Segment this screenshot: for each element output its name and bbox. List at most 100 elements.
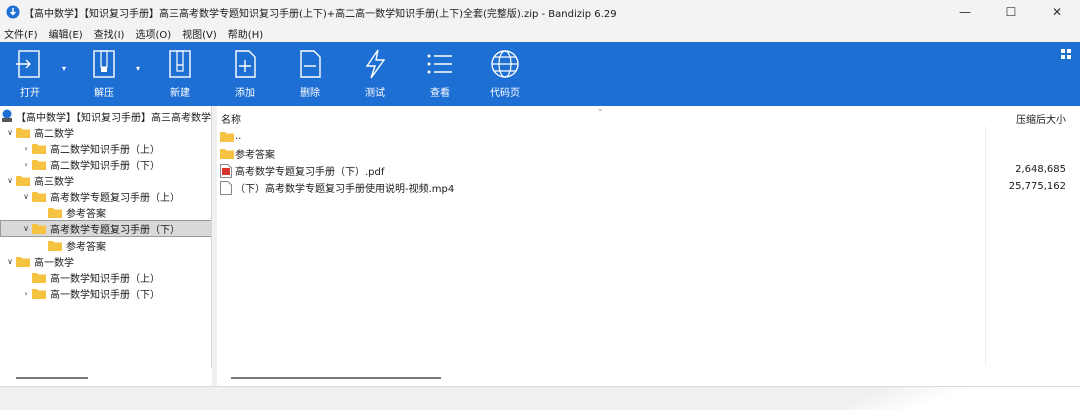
tree-root[interactable]: 【高中数学】【知识复习手册】高三高考数学 — [0, 108, 211, 124]
file-size: 25,775,162 — [1008, 181, 1066, 192]
zip-archive-icon — [2, 109, 12, 122]
file-list[interactable]: ⌄ 名称 压缩后大小 .. 参考答案 高考数学专题复习手册（下）.pdf 2,6… — [217, 106, 1080, 386]
folder-icon — [220, 149, 234, 159]
tree-item-exam-down[interactable]: ∨ 高考数学专题复习手册（下） — [0, 220, 211, 237]
chevron-right-icon[interactable]: › — [20, 144, 32, 153]
chevron-down-icon[interactable]: ∨ — [4, 176, 16, 185]
tree-item-grade1[interactable]: ∨ 高一数学 — [0, 253, 211, 269]
folder-icon — [48, 240, 62, 251]
chevron-down-icon[interactable]: ∨ — [4, 128, 16, 137]
menu-file[interactable]: 文件(F) — [4, 26, 38, 41]
extract-icon — [93, 50, 115, 78]
new-archive-icon — [169, 50, 191, 78]
add-file-icon — [235, 50, 256, 78]
folder-tree[interactable]: 【高中数学】【知识复习手册】高三高考数学 ∨ 高二数学 › 高二数学知识手册（上… — [0, 106, 212, 386]
menu-bar: 文件(F) 编辑(E) 查找(I) 选项(O) 视图(V) 帮助(H) — [0, 24, 1080, 42]
scrollbar-thumb[interactable] — [231, 377, 441, 379]
tree-item-label: 高一数学知识手册（下） — [50, 289, 160, 301]
file-row-mp4[interactable]: （下）高考数学专题复习手册使用说明-视频.mp4 25,775,162 — [217, 179, 1080, 196]
open-icon — [16, 50, 40, 78]
delete-label: 删除 — [300, 88, 320, 99]
bandizip-app-icon — [6, 5, 20, 19]
tree-item-grade2-down[interactable]: › 高二数学知识手册（下） — [0, 156, 211, 172]
folder-icon — [16, 175, 30, 186]
minimize-button[interactable]: — — [942, 0, 988, 24]
column-name-header[interactable]: 名称 — [221, 111, 241, 126]
tree-item-answers-down[interactable]: 参考答案 — [0, 237, 211, 253]
view-label: 查看 — [430, 88, 450, 99]
menu-view[interactable]: 视图(V) — [182, 26, 217, 41]
chevron-down-icon[interactable]: ∨ — [4, 257, 16, 266]
add-label: 添加 — [235, 88, 255, 99]
file-name: 参考答案 — [235, 150, 275, 161]
tree-item-grade2-up[interactable]: › 高二数学知识手册（上） — [0, 140, 211, 156]
chevron-right-icon[interactable]: › — [20, 289, 32, 298]
status-bar — [0, 386, 1080, 410]
delete-button[interactable]: 删除 — [282, 48, 338, 102]
column-size-header[interactable]: 压缩后大小 — [1016, 111, 1066, 126]
tree-item-label: 高一数学知识手册（上） — [50, 273, 160, 285]
globe-icon — [491, 50, 519, 78]
delete-file-icon — [300, 50, 321, 78]
folder-icon — [32, 191, 46, 202]
new-label: 新建 — [170, 88, 190, 99]
scrollbar-thumb[interactable] — [16, 377, 88, 379]
file-row-folder[interactable]: 参考答案 — [217, 145, 1080, 162]
extract-button[interactable]: 解压 — [76, 48, 132, 102]
tree-item-label: 参考答案 — [66, 241, 106, 253]
tree-item-label: 高考数学专题复习手册（下） — [50, 225, 180, 236]
tree-horizontal-scrollbar[interactable] — [0, 368, 212, 386]
folder-icon — [32, 143, 46, 154]
add-button[interactable]: 添加 — [217, 48, 273, 102]
tree-item-label: 高一数学 — [34, 257, 74, 269]
menu-edit[interactable]: 编辑(E) — [49, 26, 83, 41]
maximize-button[interactable]: ☐ — [988, 0, 1034, 24]
chevron-down-icon[interactable]: ∨ — [20, 192, 32, 201]
menu-options[interactable]: 选项(O) — [135, 26, 171, 41]
window-title: 【高中数学】【知识复习手册】高三高考数学专题知识复习手册(上下)+高二高一数学知… — [24, 8, 617, 20]
extract-dropdown-icon[interactable]: ▾ — [136, 64, 140, 73]
folder-icon — [48, 207, 62, 218]
folder-icon — [32, 288, 46, 299]
file-name: .. — [235, 131, 242, 142]
tree-item-label: 高三数学 — [34, 176, 74, 188]
new-button[interactable]: 新建 — [152, 48, 208, 102]
close-button[interactable]: ✕ — [1034, 0, 1080, 24]
open-button[interactable]: 打开 — [2, 48, 58, 102]
status-bar-corner — [720, 387, 1080, 410]
sort-caret-icon: ⌄ — [597, 106, 604, 113]
open-dropdown-icon[interactable]: ▾ — [62, 64, 66, 73]
chevron-down-icon[interactable]: ∨ — [20, 224, 32, 233]
video-file-icon — [220, 180, 232, 195]
chevron-right-icon[interactable]: › — [20, 160, 32, 169]
tree-item-grade2[interactable]: ∨ 高二数学 — [0, 124, 211, 140]
file-size: 2,648,685 — [1015, 164, 1066, 175]
codepage-button[interactable]: 代码页 — [477, 48, 533, 102]
test-button[interactable]: 测试 — [347, 48, 403, 102]
extract-label: 解压 — [94, 88, 114, 99]
lightning-icon — [365, 49, 386, 79]
list-horizontal-scrollbar[interactable] — [217, 368, 1080, 386]
menu-find[interactable]: 查找(I) — [94, 26, 125, 41]
folder-up-icon — [220, 132, 234, 142]
file-row-pdf[interactable]: 高考数学专题复习手册（下）.pdf 2,648,685 — [217, 162, 1080, 179]
file-row-parent[interactable]: .. — [217, 128, 1080, 145]
toolbar: 打开 ▾ 解压 ▾ 新建 添加 删除 测试 查看 代码页 — [0, 42, 1080, 106]
layout-grid-icon[interactable] — [1060, 48, 1072, 60]
tree-item-grade3[interactable]: ∨ 高三数学 — [0, 172, 211, 188]
tree-item-label: 高二数学 — [34, 128, 74, 140]
tree-item-grade1-down[interactable]: › 高一数学知识手册（下） — [0, 285, 211, 301]
view-button[interactable]: 查看 — [412, 48, 468, 102]
list-view-icon — [427, 54, 452, 74]
file-name: （下）高考数学专题复习手册使用说明-视频.mp4 — [235, 184, 455, 195]
folder-icon — [16, 256, 30, 267]
tree-item-label: 高考数学专题复习手册（上） — [50, 192, 180, 204]
folder-icon — [16, 127, 30, 138]
menu-help[interactable]: 帮助(H) — [228, 26, 263, 41]
tree-item-exam-up[interactable]: ∨ 高考数学专题复习手册（上） — [0, 188, 211, 204]
file-name: 高考数学专题复习手册（下）.pdf — [235, 167, 385, 178]
test-label: 测试 — [365, 88, 385, 99]
tree-root-label: 【高中数学】【知识复习手册】高三高考数学 — [16, 112, 211, 124]
tree-item-grade1-up[interactable]: 高一数学知识手册（上） — [0, 269, 211, 285]
tree-item-answers-up[interactable]: 参考答案 — [0, 204, 211, 220]
